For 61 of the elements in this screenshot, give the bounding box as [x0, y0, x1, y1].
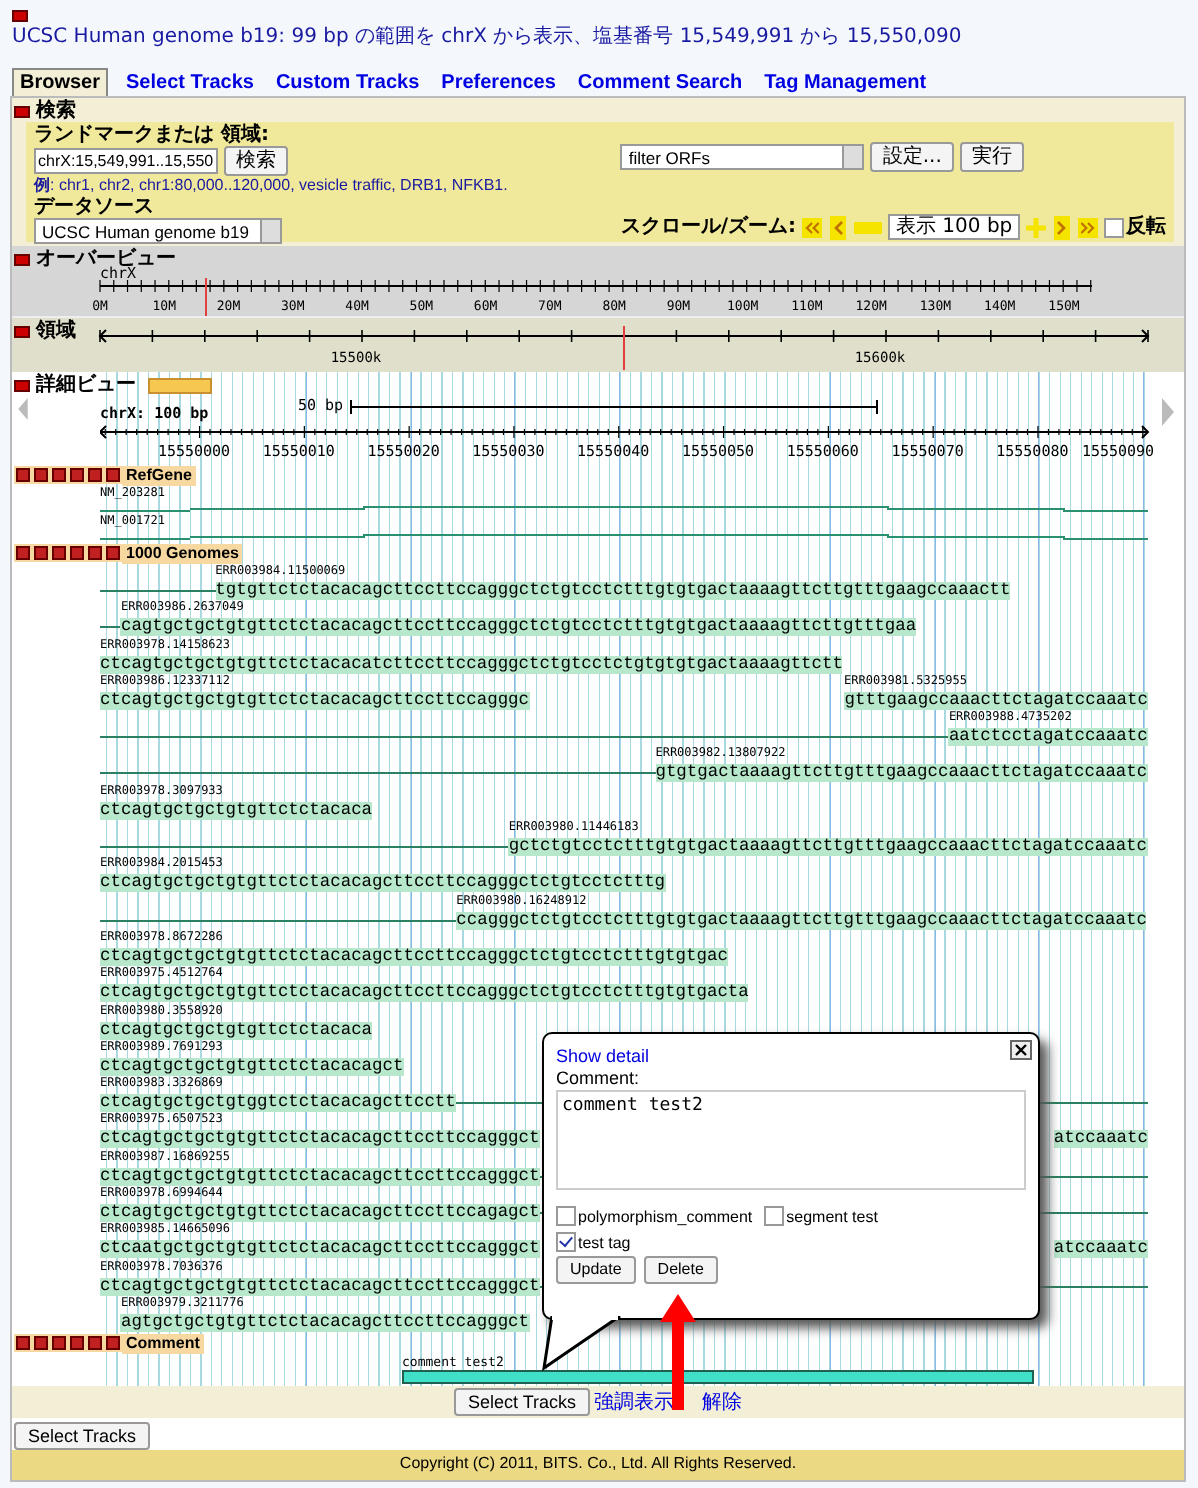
tab[interactable]: Select Tracks: [122, 70, 258, 96]
comment-textarea[interactable]: comment test2: [556, 1090, 1026, 1190]
section-heading: 検索: [36, 100, 76, 122]
section-heading: 領域: [36, 320, 76, 342]
read-sequence[interactable]: ctcagtgctgctgtgttctctacacagcttccttccagggctctgtcctctttg: [100, 874, 666, 893]
read-sequence[interactable]: ctcagtgctgctgtgttctctacacagcttccttccagggct: [100, 1167, 540, 1186]
select-tracks-button[interactable]: Select Tracks: [14, 1422, 151, 1451]
read-sequence[interactable]: agtgctgctgtgttctctacacagcttccttccagggct: [120, 1313, 530, 1332]
search-button[interactable]: 検索: [224, 146, 288, 176]
tag-checkbox[interactable]: test tag: [556, 1232, 631, 1252]
read-sequence[interactable]: cagtgctgctgtgttctctacacagcttccttccagggctctgtcctctttgtgtgactaaaagttcttgtttgaa: [120, 618, 917, 637]
track-name: 1000 Genomes: [122, 543, 243, 563]
read-sequence[interactable]: ctcagtgctgctgtgttctctacaca: [100, 801, 373, 820]
comment-field-label: Comment:: [556, 1068, 640, 1088]
data-source-select[interactable]: UCSC Human genome b19: [34, 218, 282, 244]
read-sequence[interactable]: ctcagtgctgctgtgttctctacacagct: [100, 1057, 404, 1076]
read-sequence[interactable]: gctctgtcctctttgtgtgactaaaagttcttgtttgaagccaaacttctagatccaaatc: [508, 838, 1148, 857]
tab[interactable]: Custom Tracks: [271, 70, 424, 96]
track-name: RefGene: [122, 465, 196, 485]
read-sequence[interactable]: ctcagtgctgctgtgttctctacacagcttccttccagggct: [100, 1130, 540, 1149]
tab[interactable]: Preferences: [437, 70, 560, 96]
page-title: UCSC Human genome b19: 99 bp の範囲を chrX から表示、塩基番号 15,549,991 から 15,550,090: [12, 26, 964, 50]
run-button[interactable]: 実行: [959, 142, 1024, 172]
read-sequence[interactable]: aatctcctagatccaaatc: [948, 728, 1148, 747]
select-tracks-button[interactable]: Select Tracks: [453, 1388, 591, 1417]
zoom-select[interactable]: 表示 100 bp: [888, 214, 1020, 240]
read-sequence[interactable]: tgtgttctctacacagcttccttccagggctctgtcctctttgtgtgactaaaagttcttgtttgaagccaaactt: [215, 582, 1011, 600]
field-label: データソース: [34, 196, 156, 218]
read-sequence[interactable]: ctcagtgctgctgtgttctctacacagcttccttccagggct: [100, 1277, 540, 1296]
read-sequence[interactable]: ctcagtgctgctgtgttctctacacagcttccttccagggctctgtcctctttgtgtgacta: [100, 984, 749, 1003]
tab[interactable]: Tag Management: [760, 70, 931, 96]
clear-highlight-link[interactable]: 強調表示 解除: [594, 1391, 743, 1414]
read-sequence[interactable]: atccaaatc: [1053, 1240, 1148, 1259]
read-sequence[interactable]: ctcagtgctgctgtgttctctacacagcttccttccagagct: [100, 1204, 540, 1223]
read-sequence[interactable]: ctcagtgctgctgtgttctctacacatcttccttccagggctctgtcctctgtgtgtgactaaaagttctt: [100, 655, 843, 674]
section-heading: 詳細ビュー: [36, 374, 136, 396]
examples-text: 例: chr1, chr2, chr1:80,000..120,000, vesicle traffic, DRB1, NFKB1.: [34, 176, 508, 196]
copyright-text: Copyright (C) 2011, BITS. Co., Ltd. All Rights Reserved.: [12, 1450, 1184, 1481]
filter-select[interactable]: filter ORFs: [620, 144, 865, 170]
read-sequence[interactable]: ccagggctctgtcctctttgtgtgactaaaagttcttgtttgaagccaaacttctagatccaaatc: [456, 911, 1147, 930]
read-sequence[interactable]: ctcaatgctgctgtgttctctacacagcttccttccagggct: [100, 1240, 540, 1259]
read-sequence[interactable]: ctcagtgctgctgtgttctctacaca: [100, 1021, 373, 1040]
update-button[interactable]: Update: [556, 1256, 636, 1284]
reverse-checkbox[interactable]: 反転: [1104, 216, 1166, 238]
read-sequence[interactable]: atccaaatc: [1053, 1130, 1148, 1149]
zoom-label: スクロール/ズーム:: [620, 216, 796, 238]
tag-checkbox[interactable]: segment test: [764, 1206, 878, 1226]
read-sequence[interactable]: ctcagtgctgctgtgttctctacacagcttccttccagggctctgtcctctttgtgtgac: [100, 947, 728, 966]
landmark-input[interactable]: chrX:15,549,991..15,550: [34, 148, 218, 174]
read-sequence[interactable]: ctcagtgctgctgtgttctctacacagcttccttccagggc: [100, 691, 530, 710]
read-sequence[interactable]: ctcagtgctgctgtggtctctacacagcttcctt: [100, 1094, 456, 1113]
field-label: ランドマークまたは 領域:: [34, 124, 271, 146]
track-name: Comment: [122, 1333, 204, 1354]
tab[interactable]: Browser: [12, 68, 109, 96]
delete-button[interactable]: Delete: [643, 1256, 718, 1284]
settings-button[interactable]: 設定...: [870, 142, 954, 172]
show-detail-link[interactable]: Show detail: [556, 1046, 650, 1066]
read-sequence[interactable]: gtgtgactaaaagttcttgtttgaagccaaacttctagatccaaatc: [655, 764, 1148, 783]
tag-checkbox[interactable]: polymorphism_comment: [556, 1206, 753, 1226]
tab[interactable]: Comment Search: [573, 70, 747, 96]
read-sequence[interactable]: gtttgaagccaaacttctagatccaaatc: [844, 691, 1148, 710]
